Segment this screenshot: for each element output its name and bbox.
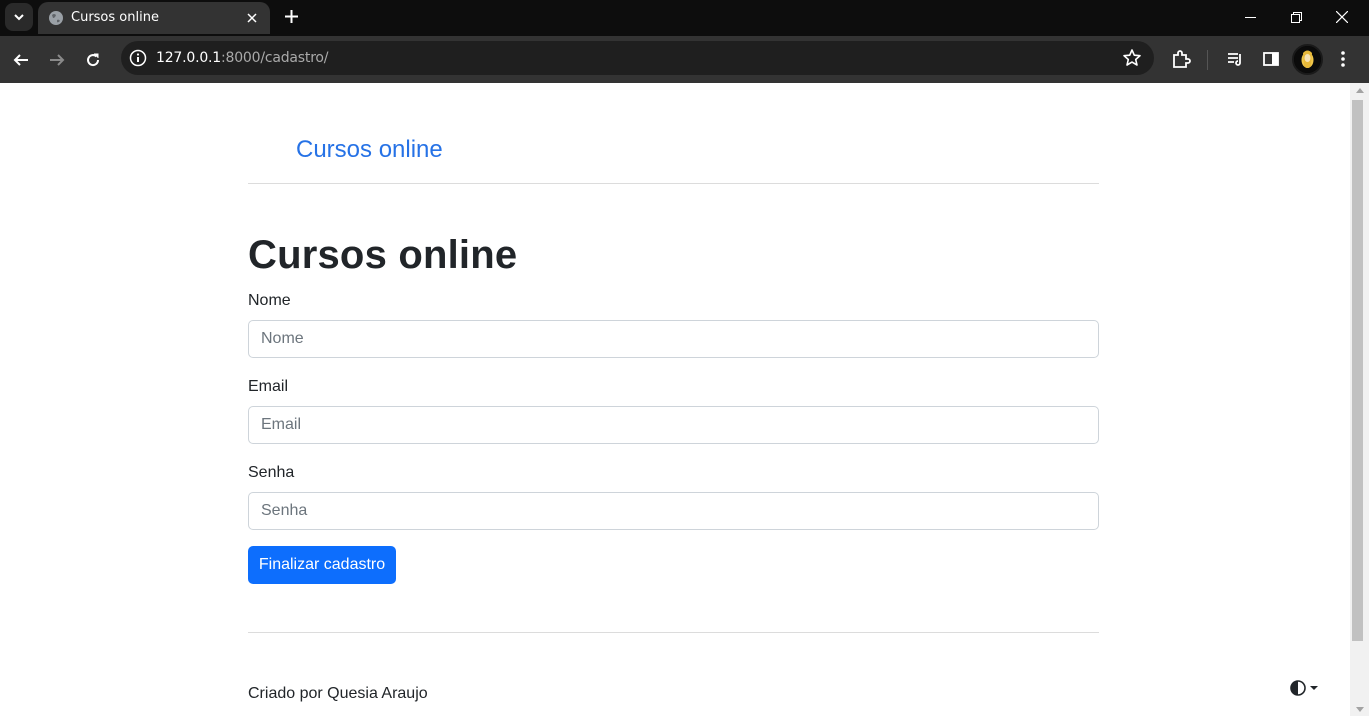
minimize-icon — [1244, 16, 1256, 18]
url-host: 127.0.0.1 — [156, 50, 221, 66]
page-scrollbar[interactable] — [1350, 83, 1369, 716]
contrast-icon — [1290, 680, 1306, 696]
star-icon[interactable] — [1122, 48, 1142, 68]
scroll-up-arrow-icon[interactable] — [1356, 88, 1364, 93]
senha-input[interactable] — [248, 492, 1099, 530]
profile-picture — [1294, 46, 1321, 73]
minimize-button[interactable] — [1227, 0, 1273, 34]
theme-toggle-button[interactable] — [1290, 678, 1322, 698]
url-path: :8000/cadastro/ — [221, 50, 329, 66]
footer-divider — [248, 632, 1099, 633]
profile-avatar[interactable] — [1292, 44, 1323, 75]
page-title: Cursos online — [248, 233, 518, 277]
scroll-down-arrow-icon[interactable] — [1356, 707, 1364, 712]
senha-label: Senha — [248, 464, 295, 481]
brand-link[interactable]: Cursos online — [296, 136, 443, 164]
extensions-icon[interactable] — [1170, 48, 1192, 70]
close-tab-icon[interactable] — [242, 8, 262, 28]
reload-button[interactable] — [80, 47, 106, 73]
close-icon — [1336, 11, 1348, 23]
menu-icon[interactable] — [1332, 48, 1354, 70]
nome-input[interactable] — [248, 320, 1099, 358]
restore-icon — [1290, 11, 1302, 23]
restore-button[interactable] — [1273, 0, 1319, 34]
arrow-right-icon — [50, 54, 65, 66]
new-tab-button[interactable] — [279, 4, 303, 28]
forward-button[interactable] — [44, 47, 70, 73]
footer-credit: Criado por Quesia Araujo — [248, 685, 428, 702]
arrow-left-icon — [13, 54, 28, 66]
browser-title-bar: Cursos online — [0, 0, 1369, 36]
browser-toolbar: 127.0.0.1:8000/cadastro/ — [0, 36, 1369, 83]
side-panel-icon[interactable] — [1260, 48, 1282, 70]
tab-title: Cursos online — [71, 10, 159, 25]
close-window-button[interactable] — [1319, 0, 1365, 34]
toolbar-divider — [1207, 50, 1208, 70]
reload-icon — [87, 53, 100, 67]
back-button[interactable] — [8, 47, 34, 73]
page-viewport: Cursos online Cursos online Nome Email S… — [0, 83, 1350, 716]
tab-search-button[interactable] — [5, 3, 33, 31]
browser-tab[interactable]: Cursos online — [38, 2, 270, 34]
header-divider — [248, 183, 1099, 184]
media-control-icon[interactable] — [1224, 48, 1246, 70]
nome-label: Nome — [248, 292, 291, 309]
email-label: Email — [248, 378, 289, 395]
info-icon[interactable] — [129, 49, 147, 67]
address-bar[interactable]: 127.0.0.1:8000/cadastro/ — [121, 41, 1154, 75]
caret-down-icon — [1310, 686, 1318, 690]
url-text: 127.0.0.1:8000/cadastro/ — [156, 50, 329, 66]
email-input[interactable] — [248, 406, 1099, 444]
plus-icon — [284, 9, 298, 23]
globe-icon — [49, 11, 63, 25]
submit-button[interactable]: Finalizar cadastro — [248, 546, 396, 584]
scrollbar-thumb[interactable] — [1352, 100, 1363, 641]
chevron-down-icon — [14, 14, 24, 21]
